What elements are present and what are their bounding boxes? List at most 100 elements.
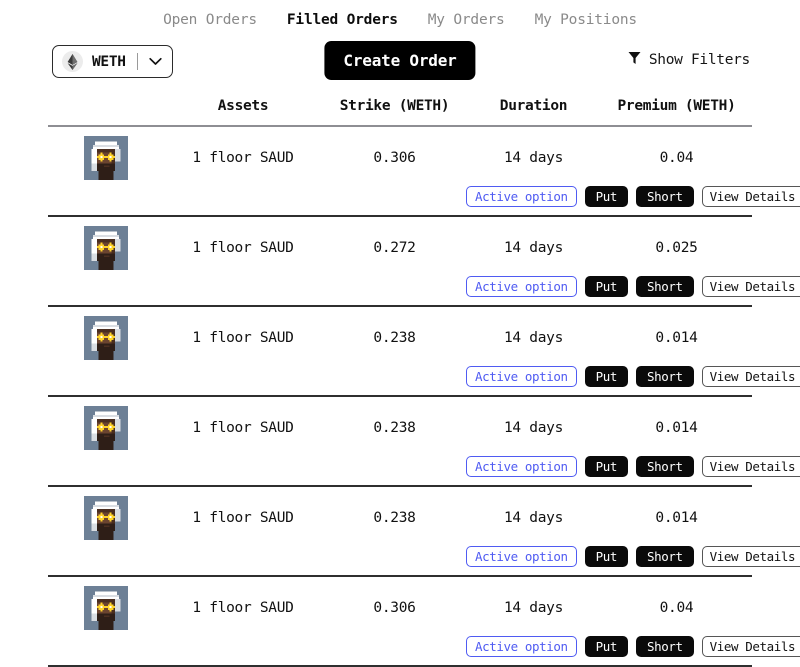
table-row-actions: Active option Put Short View Details › bbox=[48, 366, 752, 387]
view-details-button[interactable]: View Details › bbox=[702, 546, 800, 567]
option-side-badge[interactable]: Short bbox=[636, 186, 694, 207]
cell-premium: 0.025 bbox=[601, 240, 752, 256]
cell-assets: 1 floor SAUD bbox=[163, 240, 323, 256]
view-details-label: View Details bbox=[710, 189, 796, 204]
view-details-button[interactable]: View Details › bbox=[702, 186, 800, 207]
status-badge-active-option[interactable]: Active option bbox=[466, 546, 577, 567]
view-details-label: View Details bbox=[710, 549, 796, 564]
column-header-premium: Premium (WETH) bbox=[601, 98, 752, 114]
table-row[interactable]: 1 floor SAUD 0.306 14 days 0.04 Active o… bbox=[48, 127, 752, 217]
ethereum-diamond-icon bbox=[62, 51, 83, 72]
option-type-badge[interactable]: Put bbox=[585, 366, 628, 387]
toolbar: WETH Create Order Show Filters bbox=[0, 41, 800, 91]
cell-strike: 0.238 bbox=[323, 330, 466, 346]
option-type-badge[interactable]: Put bbox=[585, 186, 628, 207]
view-details-button[interactable]: View Details › bbox=[702, 456, 800, 477]
avatar-cell bbox=[48, 316, 163, 360]
nav-tab-my-orders[interactable]: My Orders bbox=[428, 12, 505, 28]
table-row-actions: Active option Put Short View Details › bbox=[48, 546, 752, 567]
filled-orders-page: Open Orders Filled Orders My Orders My P… bbox=[0, 0, 800, 521]
cell-duration: 14 days bbox=[466, 600, 601, 616]
option-side-badge[interactable]: Short bbox=[636, 546, 694, 567]
column-header-strike: Strike (WETH) bbox=[323, 98, 466, 114]
avatar-cell bbox=[48, 226, 163, 270]
table-row-main: 1 floor SAUD 0.238 14 days 0.014 bbox=[48, 496, 752, 540]
table-row-main: 1 floor SAUD 0.306 14 days 0.04 bbox=[48, 136, 752, 180]
table-header-row: Assets Strike (WETH) Duration Premium (W… bbox=[48, 91, 752, 127]
avatar-cell bbox=[48, 136, 163, 180]
table-row[interactable]: 1 floor SAUD 0.238 14 days 0.014 Active … bbox=[48, 307, 752, 397]
cell-duration: 14 days bbox=[466, 150, 601, 166]
chevron-down-icon bbox=[149, 57, 162, 66]
saud-nft-avatar bbox=[84, 136, 128, 180]
cell-assets: 1 floor SAUD bbox=[163, 510, 323, 526]
create-order-button[interactable]: Create Order bbox=[324, 41, 475, 80]
option-type-badge[interactable]: Put bbox=[585, 276, 628, 297]
option-type-badge[interactable]: Put bbox=[585, 456, 628, 477]
cell-assets: 1 floor SAUD bbox=[163, 330, 323, 346]
cell-premium: 0.014 bbox=[601, 420, 752, 436]
cell-strike: 0.306 bbox=[323, 150, 466, 166]
table-row-actions: Active option Put Short View Details › bbox=[48, 456, 752, 477]
option-side-badge[interactable]: Short bbox=[636, 276, 694, 297]
table-row-main: 1 floor SAUD 0.306 14 days 0.04 bbox=[48, 586, 752, 630]
token-selector[interactable]: WETH bbox=[52, 45, 173, 78]
cell-duration: 14 days bbox=[466, 240, 601, 256]
nav-tab-my-positions[interactable]: My Positions bbox=[535, 12, 637, 28]
view-details-label: View Details bbox=[710, 639, 796, 654]
option-side-badge[interactable]: Short bbox=[636, 456, 694, 477]
column-header-duration: Duration bbox=[466, 98, 601, 114]
nav-tab-filled-orders[interactable]: Filled Orders bbox=[287, 12, 398, 28]
cell-duration: 14 days bbox=[466, 330, 601, 346]
orders-table: Assets Strike (WETH) Duration Premium (W… bbox=[48, 91, 752, 667]
saud-nft-avatar bbox=[84, 586, 128, 630]
status-badge-active-option[interactable]: Active option bbox=[466, 456, 577, 477]
avatar-cell bbox=[48, 406, 163, 450]
saud-nft-avatar bbox=[84, 226, 128, 270]
view-details-button[interactable]: View Details › bbox=[702, 276, 800, 297]
cell-premium: 0.014 bbox=[601, 330, 752, 346]
option-type-badge[interactable]: Put bbox=[585, 546, 628, 567]
table-body: 1 floor SAUD 0.306 14 days 0.04 Active o… bbox=[48, 127, 752, 667]
table-row-main: 1 floor SAUD 0.238 14 days 0.014 bbox=[48, 316, 752, 360]
cell-strike: 0.238 bbox=[323, 420, 466, 436]
option-side-badge[interactable]: Short bbox=[636, 636, 694, 657]
cell-assets: 1 floor SAUD bbox=[163, 420, 323, 436]
cell-strike: 0.306 bbox=[323, 600, 466, 616]
column-header-assets: Assets bbox=[163, 98, 323, 114]
status-badge-active-option[interactable]: Active option bbox=[466, 276, 577, 297]
saud-nft-avatar bbox=[84, 496, 128, 540]
nav-tab-open-orders[interactable]: Open Orders bbox=[163, 12, 257, 28]
status-badge-active-option[interactable]: Active option bbox=[466, 366, 577, 387]
cell-premium: 0.014 bbox=[601, 510, 752, 526]
table-row[interactable]: 1 floor SAUD 0.238 14 days 0.014 Active … bbox=[48, 397, 752, 487]
view-details-label: View Details bbox=[710, 459, 796, 474]
view-details-button[interactable]: View Details › bbox=[702, 366, 800, 387]
token-selector-label: WETH bbox=[92, 54, 126, 70]
option-side-badge[interactable]: Short bbox=[636, 366, 694, 387]
cell-premium: 0.04 bbox=[601, 600, 752, 616]
avatar-cell bbox=[48, 496, 163, 540]
view-details-label: View Details bbox=[710, 279, 796, 294]
table-row-actions: Active option Put Short View Details › bbox=[48, 636, 752, 657]
saud-nft-avatar bbox=[84, 316, 128, 360]
funnel-filter-icon bbox=[628, 50, 641, 69]
primary-nav: Open Orders Filled Orders My Orders My P… bbox=[0, 0, 800, 35]
cell-premium: 0.04 bbox=[601, 150, 752, 166]
table-row[interactable]: 1 floor SAUD 0.238 14 days 0.014 Active … bbox=[48, 487, 752, 577]
token-selector-divider bbox=[137, 53, 138, 70]
cell-duration: 14 days bbox=[466, 510, 601, 526]
view-details-label: View Details bbox=[710, 369, 796, 384]
cell-duration: 14 days bbox=[466, 420, 601, 436]
avatar-cell bbox=[48, 586, 163, 630]
saud-nft-avatar bbox=[84, 406, 128, 450]
status-badge-active-option[interactable]: Active option bbox=[466, 636, 577, 657]
cell-strike: 0.238 bbox=[323, 510, 466, 526]
show-filters-button[interactable]: Show Filters bbox=[628, 50, 750, 69]
view-details-button[interactable]: View Details › bbox=[702, 636, 800, 657]
status-badge-active-option[interactable]: Active option bbox=[466, 186, 577, 207]
table-row[interactable]: 1 floor SAUD 0.306 14 days 0.04 Active o… bbox=[48, 577, 752, 667]
option-type-badge[interactable]: Put bbox=[585, 636, 628, 657]
table-row[interactable]: 1 floor SAUD 0.272 14 days 0.025 Active … bbox=[48, 217, 752, 307]
table-row-main: 1 floor SAUD 0.238 14 days 0.014 bbox=[48, 406, 752, 450]
